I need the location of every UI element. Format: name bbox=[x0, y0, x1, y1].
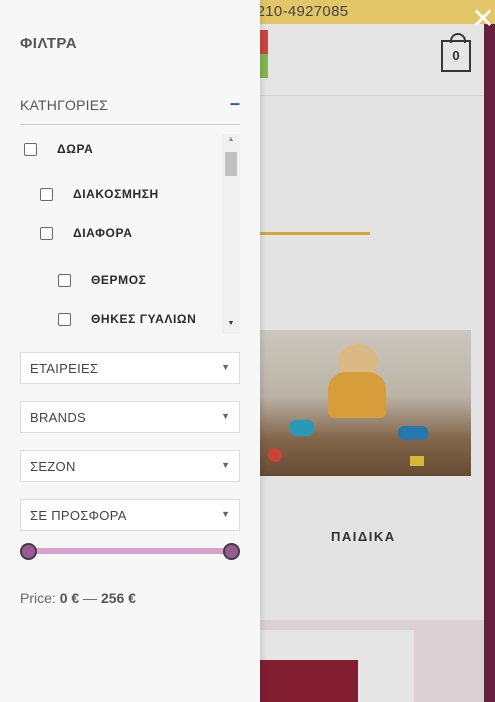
scroll-thumb[interactable] bbox=[225, 152, 237, 176]
category-scrollbar[interactable]: ▲ ▼ bbox=[222, 134, 240, 334]
category-checkbox[interactable] bbox=[58, 273, 71, 287]
close-icon[interactable]: ✕ bbox=[470, 5, 495, 33]
drawer-title: ΦΙΛΤΡΑ bbox=[20, 35, 78, 52]
category-item-dora[interactable]: ΔΩΡΑ bbox=[24, 139, 93, 159]
category-label: ΔΩΡΑ bbox=[57, 142, 94, 156]
price-min: 0 € bbox=[59, 590, 80, 606]
slider-handle-max[interactable] bbox=[223, 543, 240, 560]
category-label: ΘΗΚΕΣ ΓΥΑΛΙΩΝ bbox=[91, 312, 197, 326]
select-label: BRANDS bbox=[30, 410, 86, 425]
category-list: ΔΩΡΑ ΔΙΑΚΟΣΜΗΣΗ ΔΙΑΦΟΡΑ ΘΕΡΜΟΣ ΘΗΚΕΣ ΓΥΑ… bbox=[20, 134, 240, 334]
price-range-text: Price: 0 € — 256 € bbox=[20, 590, 136, 606]
price-max: 256 € bbox=[100, 590, 136, 606]
select-label: ΕΤΑΙΡΕΙΕΣ bbox=[30, 361, 99, 376]
category-item-thikes-gyalion[interactable]: ΘΗΚΕΣ ΓΥΑΛΙΩΝ bbox=[58, 309, 196, 329]
category-label: ΘΕΡΜΟΣ bbox=[91, 273, 147, 287]
category-checkbox[interactable] bbox=[40, 226, 53, 240]
collapse-icon[interactable]: – bbox=[230, 93, 240, 114]
filter-drawer: ΦΙΛΤΡΑ ΚΑΤΗΓΟΡΙΕΣ – ΔΩΡΑ ΔΙΑΚΟΣΜΗΣΗ ΔΙΑΦ… bbox=[0, 0, 260, 702]
brands-select[interactable]: BRANDS ▼ bbox=[20, 401, 240, 433]
price-separator: — bbox=[83, 590, 98, 606]
category-item-diakosmisi[interactable]: ΔΙΑΚΟΣΜΗΣΗ bbox=[40, 184, 159, 204]
chevron-down-icon: ▼ bbox=[221, 411, 230, 421]
category-label: ΔΙΑΚΟΣΜΗΣΗ bbox=[73, 187, 159, 201]
chevron-down-icon: ▼ bbox=[221, 509, 230, 519]
select-label: ΣΕΖΟΝ bbox=[30, 459, 76, 474]
scroll-down-icon[interactable]: ▼ bbox=[222, 320, 240, 330]
season-select[interactable]: ΣΕΖΟΝ ▼ bbox=[20, 450, 240, 482]
scroll-up-icon[interactable]: ▲ bbox=[222, 136, 240, 146]
category-label: ΔΙΑΦΟΡΑ bbox=[73, 226, 133, 240]
price-prefix: Price: bbox=[20, 590, 56, 606]
category-item-diafora[interactable]: ΔΙΑΦΟΡΑ bbox=[40, 223, 132, 243]
companies-select[interactable]: ΕΤΑΙΡΕΙΕΣ ▼ bbox=[20, 352, 240, 384]
categories-header[interactable]: ΚΑΤΗΓΟΡΙΕΣ – bbox=[20, 93, 240, 125]
chevron-down-icon: ▼ bbox=[221, 460, 230, 470]
category-checkbox[interactable] bbox=[40, 187, 53, 201]
category-checkbox[interactable] bbox=[24, 142, 37, 156]
slider-handle-min[interactable] bbox=[20, 543, 37, 560]
on-sale-select[interactable]: ΣΕ ΠΡΟΣΦΟΡΑ ▼ bbox=[20, 499, 240, 531]
slider-track[interactable] bbox=[28, 548, 232, 554]
chevron-down-icon: ▼ bbox=[221, 362, 230, 372]
price-range-slider[interactable] bbox=[20, 541, 240, 561]
select-label: ΣΕ ΠΡΟΣΦΟΡΑ bbox=[30, 508, 127, 523]
category-checkbox[interactable] bbox=[58, 312, 71, 326]
categories-title: ΚΑΤΗΓΟΡΙΕΣ bbox=[20, 97, 109, 113]
category-item-thermos[interactable]: ΘΕΡΜΟΣ bbox=[58, 270, 146, 290]
